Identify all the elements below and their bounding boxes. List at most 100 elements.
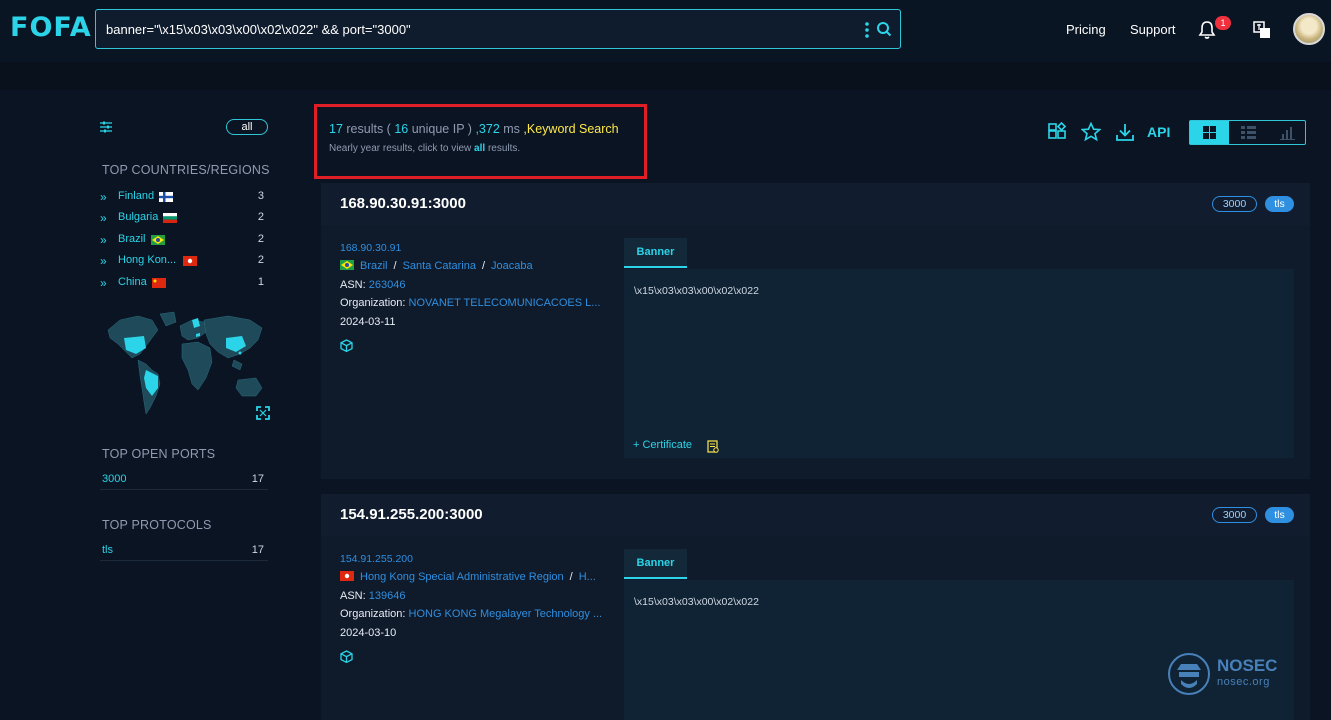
certificate-toggle[interactable]: + Certificate <box>633 439 692 451</box>
view-toggle <box>1189 120 1306 145</box>
cube-icon[interactable] <box>340 650 353 663</box>
time-ms-label: ms <box>503 122 520 136</box>
organization-line: Organization: NOVANET TELECOMUNICACOES L… <box>340 297 600 309</box>
result-card: 154.91.255.200:3000 3000 tls 154.91.255.… <box>321 494 1310 720</box>
top-bar: FOFA Pricing Support 1 <box>0 0 1331 62</box>
results-label: results ( <box>346 122 391 136</box>
result-host-title[interactable]: 168.90.30.91:3000 <box>340 195 466 212</box>
protocol-count: 17 <box>251 544 264 556</box>
chart-view-button[interactable] <box>1268 121 1307 144</box>
watermark-site: nosec.org <box>1217 676 1270 688</box>
country-item-brazil[interactable]: » Brazil 2 <box>100 231 268 249</box>
scope-note-text: Nearly year results, click to view <box>329 143 472 154</box>
pricing-link[interactable]: Pricing <box>1066 22 1106 37</box>
country-item-china[interactable]: » China 1 <box>100 274 268 292</box>
asn-link[interactable]: 263046 <box>369 279 406 291</box>
nosec-watermark: NOSEC nosec.org <box>1167 652 1287 700</box>
search-icon[interactable] <box>876 21 892 37</box>
certificate-doc-icon[interactable] <box>707 440 719 453</box>
region-link[interactable]: Santa Catarina <box>403 260 476 272</box>
country-name: Bulgaria <box>118 211 159 223</box>
location-line: Hong Kong Special Administrative Region /… <box>340 571 596 583</box>
search-box[interactable] <box>95 9 901 49</box>
organization-label: Organization: <box>340 608 406 620</box>
unique-ip-label: unique IP ) <box>411 122 472 136</box>
filter-settings-icon[interactable] <box>100 121 112 133</box>
country-name: Hong Kon... <box>118 254 177 266</box>
country-count: 2 <box>257 254 264 266</box>
result-host-title[interactable]: 154.91.255.200:3000 <box>340 506 483 523</box>
protocol-tag[interactable]: tls <box>1265 507 1294 523</box>
country-item-finland[interactable]: » Finland 3 <box>100 188 268 206</box>
banner-text: \x15\x03\x03\x00\x02\x022 <box>634 285 759 297</box>
country-count: 2 <box>257 233 264 245</box>
protocol-key: tls <box>102 544 113 556</box>
organization-link[interactable]: HONG KONG Megalayer Technology ... <box>409 608 603 620</box>
grid-view-icon <box>1203 126 1216 139</box>
star-icon[interactable] <box>1081 122 1101 142</box>
download-icon[interactable] <box>1115 122 1135 142</box>
cube-icon[interactable] <box>340 339 353 352</box>
ip-link[interactable]: 154.91.255.200 <box>340 553 413 565</box>
port-tag[interactable]: 3000 <box>1212 196 1257 212</box>
banner-panel: \x15\x03\x03\x00\x02\x022 + Certificate <box>624 269 1294 458</box>
support-link[interactable]: Support <box>1130 22 1176 37</box>
banner-tab[interactable]: Banner <box>624 549 687 579</box>
all-filter-button[interactable]: all <box>226 119 268 135</box>
organization-label: Organization: <box>340 297 406 309</box>
city-link[interactable]: Joacaba <box>491 260 533 272</box>
asn-link[interactable]: 139646 <box>369 590 406 602</box>
region-link[interactable]: H... <box>579 571 596 583</box>
chart-view-icon <box>1280 127 1295 140</box>
ip-link[interactable]: 168.90.30.91 <box>340 242 401 254</box>
more-options-icon[interactable] <box>864 21 870 39</box>
asn-label: ASN: <box>340 279 366 291</box>
country-name: China <box>118 276 147 288</box>
api-button[interactable]: API <box>1147 124 1170 140</box>
banner-tab[interactable]: Banner <box>624 238 687 268</box>
port-item[interactable]: 3000 17 <box>100 470 268 490</box>
world-map[interactable] <box>100 308 272 428</box>
country-item-hong-kong[interactable]: » Hong Kon... 2 <box>100 252 268 270</box>
unique-ip-count: 16 <box>394 122 409 136</box>
summary-highlight-box <box>314 104 647 179</box>
list-view-button[interactable] <box>1229 121 1268 144</box>
country-count: 2 <box>257 211 264 223</box>
country-link[interactable]: Hong Kong Special Administrative Region <box>360 571 564 583</box>
country-item-bulgaria[interactable]: » Bulgaria 2 <box>100 209 268 227</box>
organization-link[interactable]: NOVANET TELECOMUNICACOES L... <box>409 297 601 309</box>
finland-flag-icon <box>159 192 173 202</box>
hong-kong-flag-icon <box>340 571 354 581</box>
chevron-right-icon: » <box>100 276 107 290</box>
keyword-search-label: ,Keyword Search <box>523 122 619 136</box>
search-input[interactable] <box>106 19 846 39</box>
user-avatar[interactable] <box>1293 13 1325 45</box>
country-name: Brazil <box>118 233 146 245</box>
view-all-link[interactable]: all <box>474 143 485 154</box>
location-line: Brazil / Santa Catarina / Joacaba <box>340 260 533 272</box>
country-name: Finland <box>118 190 155 202</box>
stats-grid-icon[interactable] <box>1047 122 1067 142</box>
protocol-item[interactable]: tls 17 <box>100 541 268 561</box>
port-tag[interactable]: 3000 <box>1212 507 1257 523</box>
result-card-header: 154.91.255.200:3000 3000 tls <box>321 494 1310 536</box>
expand-map-icon <box>256 406 270 420</box>
country-link[interactable]: Brazil <box>360 260 388 272</box>
result-card: 168.90.30.91:3000 3000 tls 168.90.30.91 … <box>321 183 1310 479</box>
chevron-right-icon: » <box>100 254 107 268</box>
protocol-tag[interactable]: tls <box>1265 196 1294 212</box>
header-band <box>0 62 1331 90</box>
country-count: 1 <box>257 276 264 288</box>
fofa-logo[interactable]: FOFA <box>10 12 92 43</box>
notification-badge: 1 <box>1215 16 1231 30</box>
bulgaria-flag-icon <box>163 213 177 223</box>
grid-view-button[interactable] <box>1190 121 1229 144</box>
asn-line: ASN: 139646 <box>340 590 405 602</box>
countries-title: TOP COUNTRIES/REGIONS <box>102 163 270 177</box>
results-count: 17 <box>329 122 343 136</box>
scope-note-suffix: results. <box>487 143 521 154</box>
translate-icon[interactable] <box>1253 21 1271 39</box>
ports-title: TOP OPEN PORTS <box>102 447 216 461</box>
country-count: 3 <box>257 190 264 202</box>
bell-icon[interactable] <box>1198 20 1216 40</box>
